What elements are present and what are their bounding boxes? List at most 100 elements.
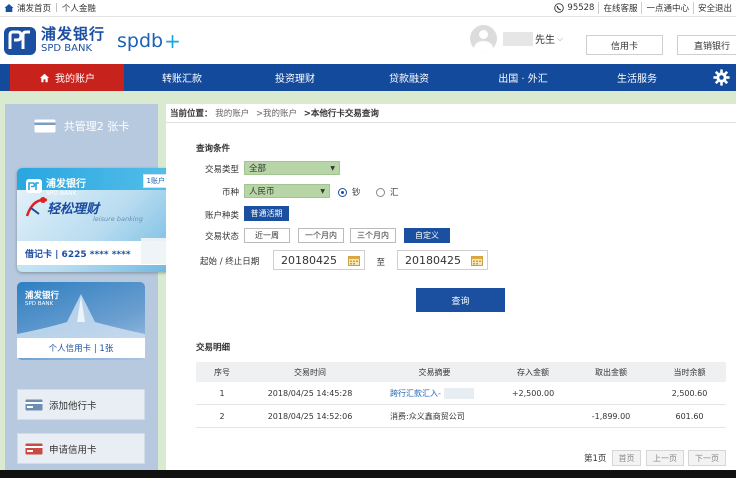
- apply-credit-card-button[interactable]: 申请信用卡: [17, 433, 145, 464]
- breadcrumb-my-account[interactable]: 我的账户: [215, 109, 249, 119]
- prev-page-button[interactable]: 上一页: [646, 450, 684, 466]
- gear-icon[interactable]: [713, 69, 730, 86]
- nav-loans[interactable]: 贷款融资: [357, 64, 461, 91]
- column-header: 交易时间: [294, 367, 326, 377]
- column-header: 交易摘要: [418, 367, 451, 377]
- spdb-logo-icon: [4, 26, 36, 55]
- column-header: 当时余额: [673, 367, 706, 377]
- nav-life-services[interactable]: 生活服务: [585, 64, 689, 91]
- end-date-value: 20180425: [405, 253, 461, 267]
- deposit-amount: +2,500.00: [511, 388, 555, 398]
- logout-link[interactable]: 安全退出: [692, 2, 736, 14]
- card-brand-cn: 浦发银行: [46, 179, 86, 190]
- column-header: 序号: [214, 367, 230, 377]
- account-kind-label: 账户种类: [204, 211, 239, 221]
- window-bottom-edge: [0, 470, 736, 478]
- end-date-input[interactable]: 20180425: [397, 250, 488, 270]
- hotline-number: 95528: [567, 3, 595, 13]
- nav-my-account-label: 我的账户: [55, 74, 95, 85]
- bank-home-link[interactable]: 浦发首页: [17, 2, 51, 14]
- column-header: 存入金额: [517, 367, 549, 377]
- breadcrumb: 当前位置： 我的账户 >我的账户 >本他行卡交易查询: [170, 107, 379, 119]
- main-panel: 当前位置： 我的账户 >我的账户 >本他行卡交易查询 查询条件 交易类型 全部 …: [166, 104, 736, 478]
- add-other-bank-card-label: 添加他行卡: [49, 400, 97, 412]
- table-header-row: 序号 交易时间 交易摘要 存入金额 取出金额 当时余额: [196, 362, 726, 382]
- nav-investment[interactable]: 投资理财: [243, 64, 347, 91]
- yidiantong-link[interactable]: 一点通中心: [641, 2, 693, 14]
- user-title: 先生: [535, 35, 555, 46]
- cash-radio[interactable]: 钞: [338, 186, 361, 198]
- start-date-input[interactable]: 20180425: [273, 250, 365, 270]
- plus-icon: +: [164, 28, 181, 53]
- transaction-type-select[interactable]: 全部 ▼: [244, 161, 340, 175]
- breadcrumb-current: >本他行卡交易查询: [303, 109, 379, 119]
- breadcrumb-my-account-2[interactable]: >我的账户: [256, 109, 297, 119]
- avatar[interactable]: [470, 25, 497, 52]
- credit-card-icon: [25, 443, 43, 454]
- bank-logo[interactable]: 浦发银行 SPD BANK spdb +: [3, 25, 181, 57]
- transaction-status-label: 交易状态: [204, 232, 239, 242]
- table-row: 2 2018/04/25 14:52:06 消费:众义鑫商贸公司 -1,899.…: [196, 405, 726, 428]
- credit-card-button[interactable]: 信用卡: [586, 35, 663, 55]
- date-to-label: 至: [376, 258, 385, 268]
- date-range-label: 起始 / 终止日期: [200, 257, 260, 267]
- divider: [166, 122, 736, 123]
- card-sidebar: 共管理2 张卡 浦发银行 SPD BANK 1账户 轻松理财 leisure ba…: [5, 104, 177, 478]
- dropdown-arrow-icon: ▼: [330, 165, 335, 172]
- column-header: 取出金额: [595, 367, 627, 377]
- nav-transfer[interactable]: 转账汇款: [130, 64, 234, 91]
- range-three-months-button[interactable]: 三个月内: [350, 228, 396, 243]
- radio-unselected-icon: [376, 187, 385, 197]
- transaction-table: 序号 交易时间 交易摘要 存入金额 取出金额 当时余额 1 2018/04/25…: [196, 362, 726, 428]
- logo-english-name: SPD BANK: [41, 43, 92, 54]
- transaction-summary-link[interactable]: 跨行汇款汇入-: [390, 388, 441, 399]
- radio-selected-icon: [338, 187, 347, 197]
- cash-radio-label: 钞: [352, 188, 361, 198]
- direct-bank-button[interactable]: 直销银行: [677, 35, 736, 55]
- divider: |: [55, 3, 58, 13]
- card-brand-en: SPD BANK: [46, 190, 77, 197]
- withdrawal-amount: -1,899.00: [591, 411, 631, 421]
- home-icon: [39, 73, 50, 82]
- page-indicator: 第1页: [584, 454, 607, 464]
- currency-select[interactable]: 人民币 ▼: [244, 184, 330, 198]
- user-menu[interactable]: 先生 ⌵: [470, 25, 563, 52]
- transaction-time: 2018/04/25 14:52:06: [267, 411, 353, 421]
- query-button[interactable]: 查询: [416, 288, 505, 312]
- remit-radio-label: 汇: [390, 188, 399, 198]
- nav-my-account[interactable]: 我的账户: [10, 64, 124, 91]
- hotline: 95528: [550, 3, 598, 13]
- top-utility-bar: 浦发首页 | 个人金融 95528 在线客服 一点通中心 安全退出: [0, 0, 736, 17]
- credit-card-label[interactable]: 个人信用卡 | 1张: [17, 338, 145, 358]
- transaction-time: 2018/04/25 14:45:28: [267, 388, 353, 398]
- personal-finance-link[interactable]: 个人金融: [62, 2, 96, 14]
- row-index: 2: [219, 411, 225, 421]
- range-custom-button[interactable]: 自定义: [404, 228, 450, 243]
- online-service-link[interactable]: 在线客服: [598, 2, 641, 14]
- debit-card[interactable]: 浦发银行 SPD BANK 1账户 轻松理财 leisure banking 借记…: [17, 168, 177, 272]
- header: 浦发银行 SPD BANK spdb + 先生 ⌵ 信用卡 直销银行: [0, 17, 736, 64]
- spdb-logo-icon: [26, 179, 42, 193]
- account-kind-regular-demand[interactable]: 普通活期: [244, 206, 289, 221]
- transaction-type-value: 全部: [249, 164, 267, 174]
- breadcrumb-prefix: 当前位置：: [170, 109, 213, 119]
- start-date-value: 20180425: [281, 253, 337, 267]
- chevron-down-icon[interactable]: ⌵: [557, 34, 563, 44]
- spdb-wordmark: spdb +: [117, 29, 181, 53]
- phone-icon: [554, 3, 565, 13]
- table-row: 1 2018/04/25 14:45:28 跨行汇款汇入- +2,500.00 …: [196, 382, 726, 405]
- calendar-icon[interactable]: [348, 255, 360, 266]
- nav-foreign-exchange[interactable]: 出国 · 外汇: [471, 64, 575, 91]
- calendar-icon[interactable]: [471, 255, 483, 266]
- card-icon: [34, 119, 56, 133]
- balance: 2,500.60: [671, 388, 708, 398]
- range-last-week-button[interactable]: 近一周: [244, 228, 290, 243]
- remit-radio[interactable]: 汇: [376, 186, 399, 198]
- next-page-button[interactable]: 下一页: [688, 450, 726, 466]
- balance: 601.60: [675, 411, 704, 421]
- first-page-button[interactable]: 首页: [612, 450, 641, 466]
- main-nav: 我的账户 转账汇款 投资理财 贷款融资 出国 · 外汇 生活服务: [0, 64, 736, 91]
- add-other-bank-card-button[interactable]: 添加他行卡: [17, 389, 145, 420]
- range-one-month-button[interactable]: 一个月内: [298, 228, 344, 243]
- currency-label: 币种: [221, 188, 239, 198]
